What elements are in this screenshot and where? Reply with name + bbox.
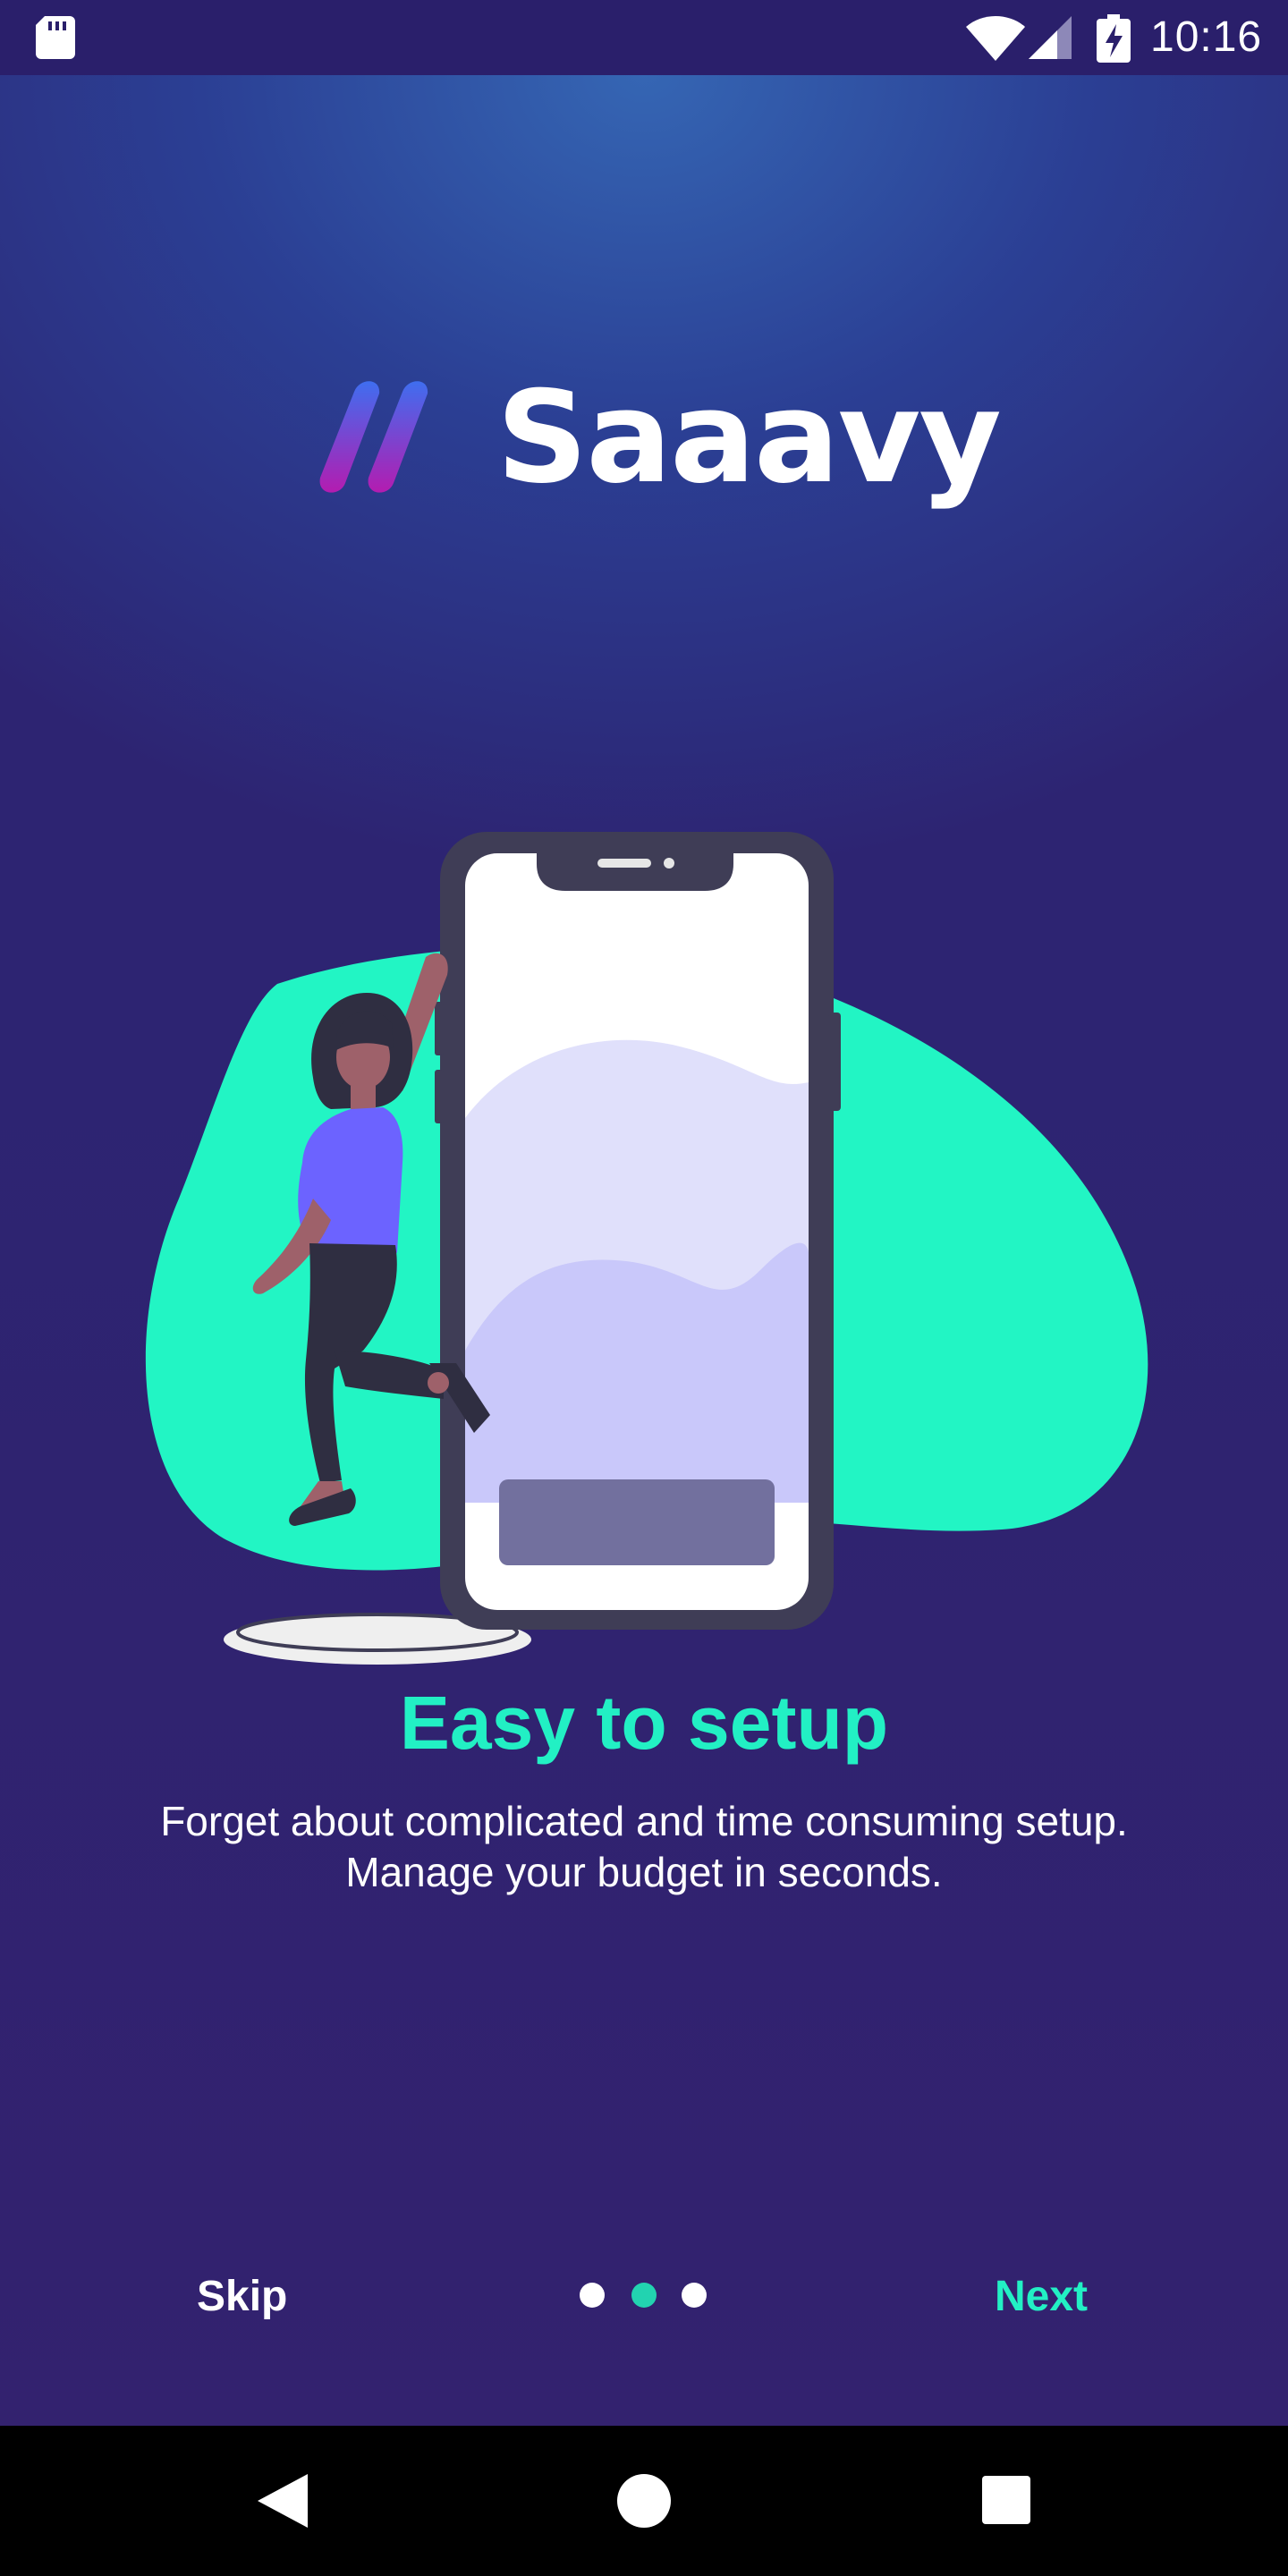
skip-button[interactable]: Skip (197, 2268, 287, 2326)
page-dot-2-active[interactable] (631, 2283, 657, 2308)
sd-card-icon (36, 16, 75, 59)
cell-signal-icon (1029, 16, 1072, 59)
onboarding-title: Easy to setup (399, 1681, 889, 1765)
brand-name: Saaavy (496, 364, 1002, 512)
onboarding-screen: 10:16 Saaavy Easy to setup Forget about … (0, 0, 1288, 2576)
battery-charging-icon (1097, 14, 1131, 63)
status-bar: 10:16 (0, 0, 1288, 75)
next-button[interactable]: Next (995, 2268, 1088, 2326)
home-icon[interactable] (617, 2474, 671, 2528)
page-indicator (580, 2283, 710, 2309)
saaavy-logo-icon (319, 381, 428, 493)
back-icon[interactable] (258, 2474, 308, 2528)
onboarding-description: Forget about complicated and time consum… (160, 1798, 1128, 1895)
woman-leaning-on-phone-illustration (145, 832, 1148, 1665)
page-dot-3[interactable] (682, 2283, 707, 2308)
status-time: 10:16 (1150, 13, 1263, 61)
recent-apps-icon[interactable] (982, 2476, 1030, 2524)
wifi-icon (966, 16, 1025, 61)
page-dot-1[interactable] (580, 2283, 605, 2308)
